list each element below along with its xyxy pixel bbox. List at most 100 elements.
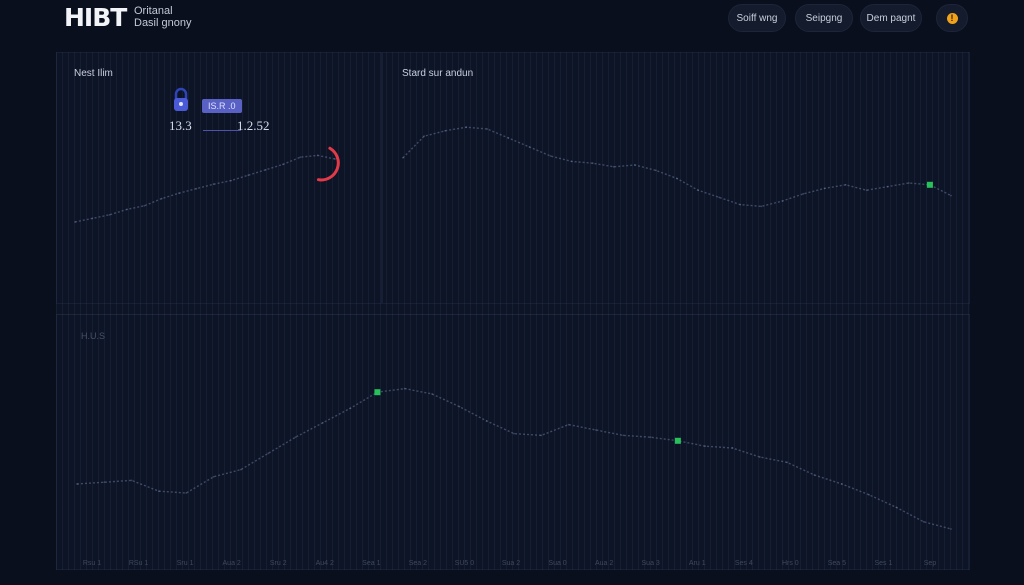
x-tick-label: Sea 5	[827, 560, 847, 567]
data-point	[739, 203, 742, 206]
panel-3-chart	[76, 387, 952, 530]
data-point	[212, 475, 215, 478]
data-point	[321, 421, 324, 424]
data-point	[247, 174, 250, 177]
data-point	[760, 205, 763, 208]
data-point	[264, 168, 267, 171]
data-point	[316, 154, 319, 157]
highlight-marker[interactable]	[374, 389, 381, 396]
data-point	[444, 129, 447, 132]
data-point	[895, 506, 898, 509]
x-tick-label: Sea 2	[408, 560, 428, 567]
x-tick-label: RSu 1	[128, 560, 149, 567]
data-point	[486, 128, 489, 130]
data-point	[570, 160, 573, 163]
data-point	[655, 169, 657, 172]
x-tick-label: Sua 3	[641, 560, 660, 567]
x-tick-label: Sru 1	[176, 560, 194, 567]
x-tick-label: Sep	[923, 560, 937, 567]
data-point	[823, 187, 826, 190]
data-point	[567, 423, 570, 426]
data-point	[781, 200, 784, 202]
chart-workspace: Nest Ilim IS.R .0 13.3 1.2.52 Stard sur …	[56, 52, 970, 570]
data-point	[230, 179, 232, 182]
alert-button[interactable]: !	[936, 4, 968, 32]
x-tick-label: Aua 2	[222, 560, 241, 567]
data-point	[813, 474, 816, 476]
data-point	[633, 164, 636, 166]
data-point	[143, 204, 146, 207]
data-point	[76, 483, 78, 485]
data-point	[126, 208, 128, 211]
data-point	[195, 187, 198, 190]
brand-subtitle: Oritanal Dasil gnony	[134, 5, 191, 29]
data-point	[676, 177, 678, 180]
data-point	[612, 165, 615, 168]
chart-panel-3: H.U.S	[56, 314, 970, 570]
x-tick-label: SU5 0	[454, 560, 475, 567]
data-point	[130, 479, 133, 482]
series-line	[402, 126, 952, 208]
chart-panel-1: Nest Ilim IS.R .0 13.3 1.2.52	[56, 52, 382, 304]
data-point	[349, 407, 352, 410]
data-point	[212, 183, 215, 186]
data-point	[622, 434, 625, 437]
series-line	[74, 154, 336, 223]
data-point	[786, 461, 789, 464]
chart-panel-2: Stard sur andun	[382, 52, 970, 304]
x-tick-label: Aua 2	[594, 560, 614, 567]
data-point	[282, 163, 284, 166]
data-point	[458, 405, 461, 408]
x-tick-label: Ses 4	[734, 560, 753, 567]
x-axis-ticks: Rsu 1 RSu 1 Sru 1 Aua 2 Sru 2 Au4 2 Sea 1 Sea 2…	[56, 560, 970, 572]
warning-icon: !	[946, 12, 958, 24]
highlight-marker[interactable]	[926, 181, 933, 188]
data-point	[840, 483, 843, 485]
data-point	[950, 194, 952, 197]
header-button-2[interactable]: Seipgng	[795, 4, 853, 32]
x-tick-label: Au4 2	[315, 560, 334, 567]
series-line	[76, 387, 952, 530]
data-point	[865, 189, 868, 192]
data-point	[704, 445, 707, 448]
data-point	[402, 156, 404, 159]
data-point	[731, 447, 734, 449]
data-point	[513, 432, 515, 435]
data-point	[239, 468, 242, 471]
gauge-arc	[316, 146, 340, 182]
x-tick-label: Sua 0	[548, 560, 567, 567]
data-point	[844, 183, 847, 186]
x-tick-label: Hrs 0	[781, 560, 799, 567]
data-point	[403, 387, 406, 390]
data-point	[91, 217, 94, 220]
data-point	[540, 434, 543, 437]
x-tick-label: Aru 1	[688, 560, 706, 567]
data-point	[528, 146, 531, 148]
data-point	[431, 393, 433, 395]
data-point	[697, 189, 699, 192]
header-button-3[interactable]: Dem pagnt	[860, 4, 922, 32]
data-point	[103, 481, 106, 484]
data-point	[299, 156, 302, 159]
panel-1-chart	[74, 146, 340, 223]
data-point	[507, 137, 510, 139]
x-tick-label: Rsu 1	[82, 560, 102, 567]
brand-logo: HIBT	[64, 3, 127, 32]
data-point	[649, 436, 652, 439]
data-point	[108, 213, 111, 216]
data-point	[718, 196, 721, 199]
data-point	[549, 155, 552, 157]
data-point	[334, 158, 336, 160]
x-tick-label: Sua 2	[501, 560, 521, 567]
data-point	[922, 520, 925, 523]
data-point	[160, 197, 163, 200]
data-point	[868, 493, 870, 496]
data-point	[423, 135, 425, 138]
highlight-marker[interactable]	[674, 437, 681, 444]
data-point	[158, 490, 160, 493]
x-tick-label: Ses 1	[874, 560, 893, 567]
data-point	[907, 182, 910, 184]
data-point	[802, 192, 805, 195]
header-button-1[interactable]: Soiff wng	[728, 4, 786, 32]
data-point	[950, 528, 952, 530]
